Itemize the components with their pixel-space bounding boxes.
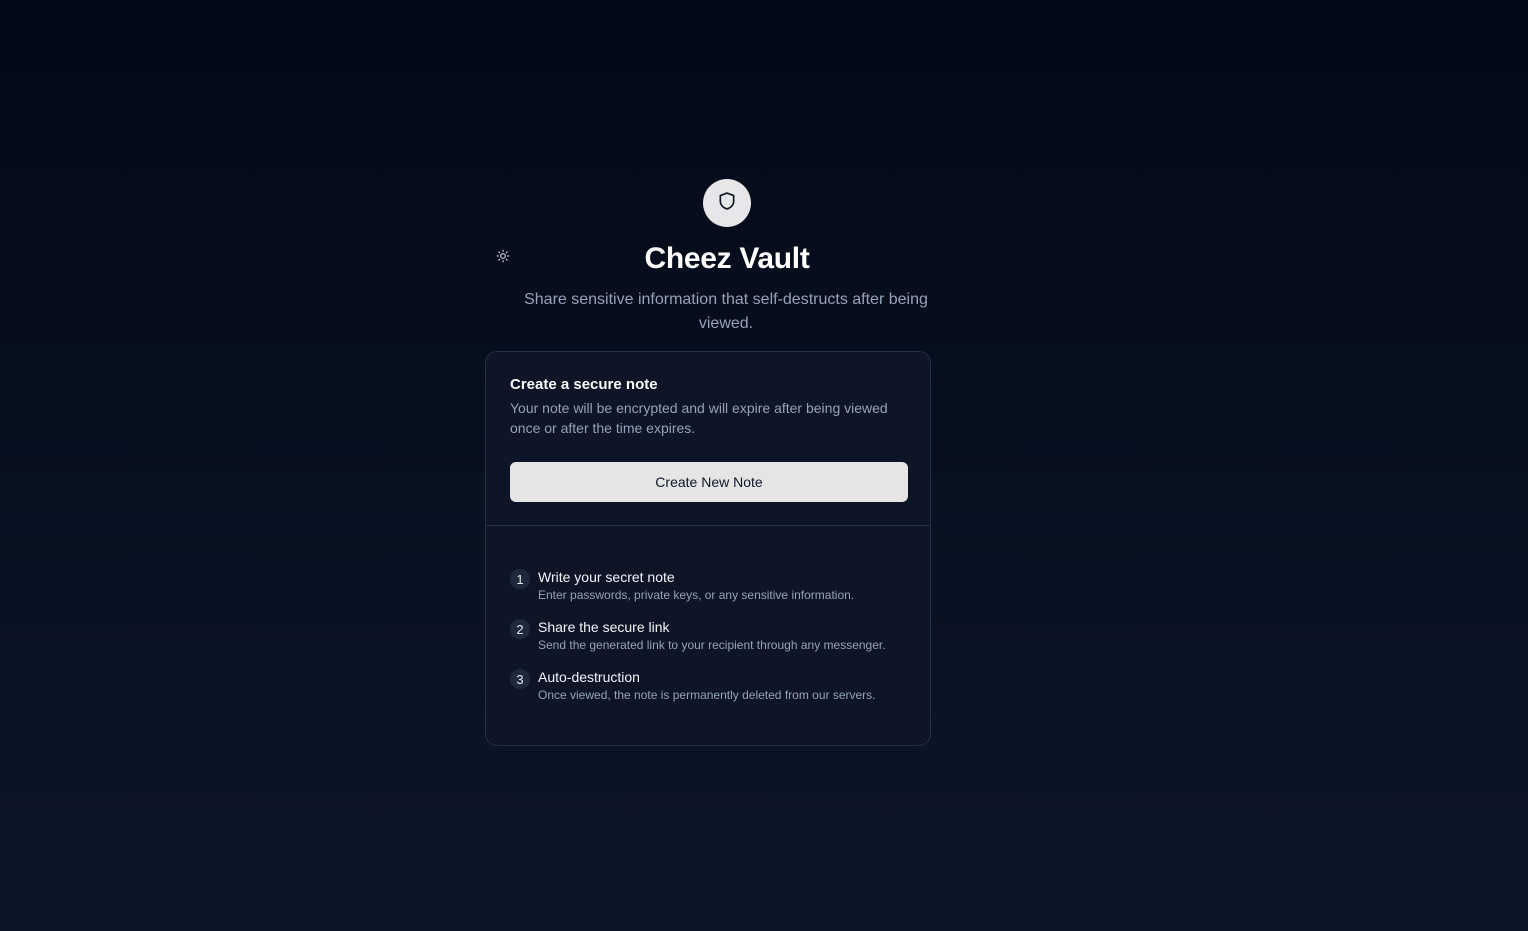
create-new-note-button[interactable]: Create New Note [510,462,908,502]
app-title: Cheez Vault [644,242,810,275]
card-description: Your note will be encrypted and will exp… [510,400,888,436]
step-title: Auto-destruction [538,669,640,685]
step-number: 3 [510,669,530,689]
card-header: Create a secure note Your note will be e… [486,352,930,526]
step-item: 2 Share the secure link Send the generat… [510,618,906,654]
sun-icon [496,249,510,268]
steps-list: 1 Write your secret note Enter passwords… [486,526,930,704]
step-title: Share the secure link [538,619,670,635]
step-item: 1 Write your secret note Enter passwords… [510,568,906,604]
app-subtitle: Share sensitive information that self-de… [524,291,928,332]
step-description: Enter passwords, private keys, or any se… [538,588,855,602]
step-number: 2 [510,619,530,639]
step-description: Send the generated link to your recipien… [538,638,886,652]
step-title: Write your secret note [538,569,675,585]
theme-toggle-button[interactable] [494,249,512,267]
step-description: Once viewed, the note is permanently del… [538,688,876,702]
card-title: Create a secure note [510,376,658,393]
step-item: 3 Auto-destruction Once viewed, the note… [510,668,906,704]
create-note-card: Create a secure note Your note will be e… [485,351,931,746]
app-logo [703,179,751,227]
shield-icon [717,191,737,216]
step-number: 1 [510,569,530,589]
